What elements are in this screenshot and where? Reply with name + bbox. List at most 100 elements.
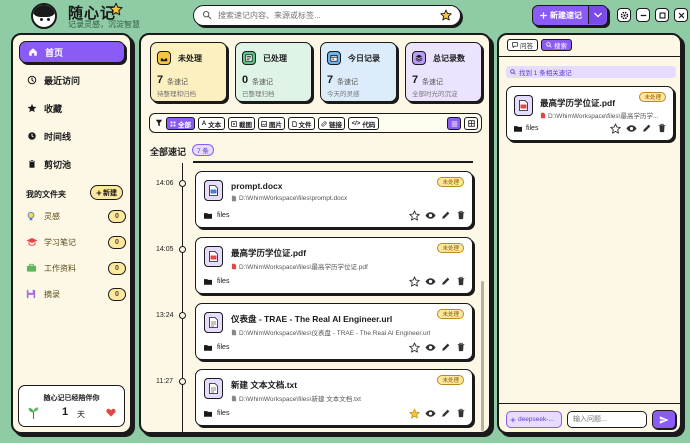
- filter-chip-all[interactable]: 全部: [166, 117, 195, 130]
- minimize-button[interactable]: [636, 8, 650, 22]
- trash-icon[interactable]: [456, 408, 466, 418]
- send-button[interactable]: [652, 410, 676, 429]
- trash-icon[interactable]: [456, 210, 466, 220]
- note-folder: files: [217, 410, 230, 417]
- folder-item[interactable]: 摘录 0: [26, 286, 126, 302]
- briefcase-icon: [26, 263, 37, 272]
- streak-card: 随心记已经陪伴你 1 天: [18, 385, 125, 427]
- eye-icon[interactable]: [425, 276, 436, 287]
- folder-item[interactable]: 灵感 0: [26, 208, 126, 224]
- minimize-icon: [640, 14, 646, 16]
- filter-chip-code[interactable]: </> 代码: [348, 117, 379, 130]
- filter-icon: [155, 119, 163, 127]
- maximize-button[interactable]: [655, 8, 669, 22]
- home-icon: [29, 48, 37, 56]
- star-outline-icon[interactable]: [610, 123, 621, 134]
- streak-unit: 天: [77, 410, 85, 419]
- list-view-toggle[interactable]: [447, 117, 461, 130]
- settings-button[interactable]: [617, 8, 631, 22]
- search-input[interactable]: [218, 8, 428, 22]
- filter-chip-file[interactable]: 文件: [288, 117, 315, 130]
- filter-chip-text[interactable]: A 文本: [198, 117, 225, 130]
- sidebar-item-recent[interactable]: 最近访问: [19, 69, 125, 91]
- new-folder-button[interactable]: 新建: [90, 185, 123, 200]
- streak-days: 1: [62, 406, 69, 418]
- stat-card-unprocessed[interactable]: 未处理 7 条速记 待整理和归档: [150, 42, 227, 102]
- filter-chip-image[interactable]: 图片: [258, 117, 285, 130]
- pencil-icon[interactable]: [642, 123, 652, 133]
- eye-icon[interactable]: [425, 342, 436, 353]
- note-card[interactable]: 仪表盘 - TRAE - The Real AI Engineer.url D:…: [195, 303, 473, 360]
- eye-icon[interactable]: [626, 123, 637, 134]
- sidebar-item-clipboard[interactable]: 剪切池: [19, 153, 125, 175]
- pencil-icon[interactable]: [441, 276, 451, 286]
- stat-desc: 全部时光的沉淀: [412, 91, 458, 98]
- star-outline-icon[interactable]: [409, 210, 420, 221]
- new-note-button[interactable]: 新建速记: [532, 5, 608, 26]
- trash-icon[interactable]: [657, 123, 667, 133]
- result-folder: files: [526, 125, 539, 132]
- filter-chip-screenshot[interactable]: 截图: [228, 117, 255, 130]
- note-card[interactable]: prompt.docx D:\WhimWorkspace\files\promp…: [195, 171, 473, 228]
- tab-qa[interactable]: 问答: [507, 39, 538, 51]
- folder-name: 学习笔记: [44, 237, 76, 247]
- floppy-disk-icon: [26, 289, 36, 299]
- star-outline-icon[interactable]: [409, 342, 420, 353]
- app-subtitle: 记录灵感，沉淀智慧: [68, 20, 140, 29]
- note-card[interactable]: 新建 文本文档.txt D:\WhimWorkspace\files\新建 文本…: [195, 369, 473, 426]
- bulb-icon: [27, 211, 35, 220]
- stat-card-processed[interactable]: 已处理 0 条速记 已整理归档: [235, 42, 312, 102]
- code-icon: </>: [351, 120, 361, 127]
- list-count-badge: 7 条: [192, 144, 214, 156]
- note-card[interactable]: 最高学历学位证.pdf D:\WhimWorkspace\files\最高学历学…: [195, 237, 473, 294]
- stat-count: 7: [157, 74, 164, 86]
- star-filled-icon[interactable]: [409, 408, 420, 419]
- folder-count: 0: [108, 209, 126, 223]
- star-icon: [27, 103, 37, 113]
- clipboard-icon: [29, 159, 35, 168]
- scrollbar[interactable]: [481, 281, 484, 431]
- sidebar-item-label: 剪切池: [44, 159, 72, 170]
- star-outline-icon[interactable]: [409, 276, 420, 287]
- question-input[interactable]: [567, 411, 647, 428]
- sidebar-item-timeline[interactable]: 时间线: [19, 125, 125, 147]
- search-result-card[interactable]: 最高学历学位证.pdf D:\WhimWorkspace\files\最高学历学…: [506, 86, 674, 141]
- pencil-icon[interactable]: [441, 342, 451, 352]
- eye-icon[interactable]: [425, 210, 436, 221]
- divider: [499, 403, 680, 404]
- note-folder: files: [217, 212, 230, 219]
- close-button[interactable]: [674, 8, 688, 22]
- model-selector[interactable]: deepseek-...: [506, 411, 562, 428]
- stack-icon: [412, 51, 426, 65]
- star-icon: [109, 2, 123, 16]
- note-title: 仪表盘 - TRAE - The Real AI Engineer.url: [231, 314, 393, 324]
- tab-search[interactable]: 搜索: [541, 39, 572, 51]
- folder-icon: [204, 411, 212, 417]
- eye-icon[interactable]: [425, 408, 436, 419]
- folder-name: 工作资料: [44, 263, 76, 273]
- filter-chip-label: 全部: [178, 121, 191, 129]
- send-icon: [659, 415, 669, 424]
- stat-card-today[interactable]: 今日记录 7 条速记 今天的灵感: [320, 42, 397, 102]
- stat-card-total[interactable]: 总记录数 7 条速记 全部时光的沉淀: [405, 42, 482, 102]
- sidebar-item-label: 收藏: [44, 103, 63, 114]
- trash-icon[interactable]: [456, 276, 466, 286]
- filter-chip-link[interactable]: 链接: [318, 117, 345, 130]
- checklist-icon: [242, 51, 256, 65]
- history-icon: [27, 75, 37, 85]
- favorite-filter-icon[interactable]: [440, 9, 452, 21]
- trash-icon[interactable]: [456, 342, 466, 352]
- pencil-icon[interactable]: [441, 408, 451, 418]
- search-bar[interactable]: [193, 5, 461, 26]
- folder-item[interactable]: 工作资料 0: [26, 260, 126, 276]
- grid-view-toggle[interactable]: [464, 117, 478, 130]
- timeline-dot: [179, 378, 186, 385]
- maximize-icon: [658, 11, 666, 19]
- sidebar-item-favorites[interactable]: 收藏: [19, 97, 125, 119]
- header: 随心记 记录灵感，沉淀智慧 新建速记: [0, 0, 690, 32]
- sidebar-item-home[interactable]: 首页: [19, 41, 125, 63]
- pencil-icon[interactable]: [441, 210, 451, 220]
- screenshot-icon: [231, 120, 237, 127]
- folder-item[interactable]: 学习笔记 0: [26, 234, 126, 250]
- new-note-dropdown[interactable]: [588, 6, 606, 24]
